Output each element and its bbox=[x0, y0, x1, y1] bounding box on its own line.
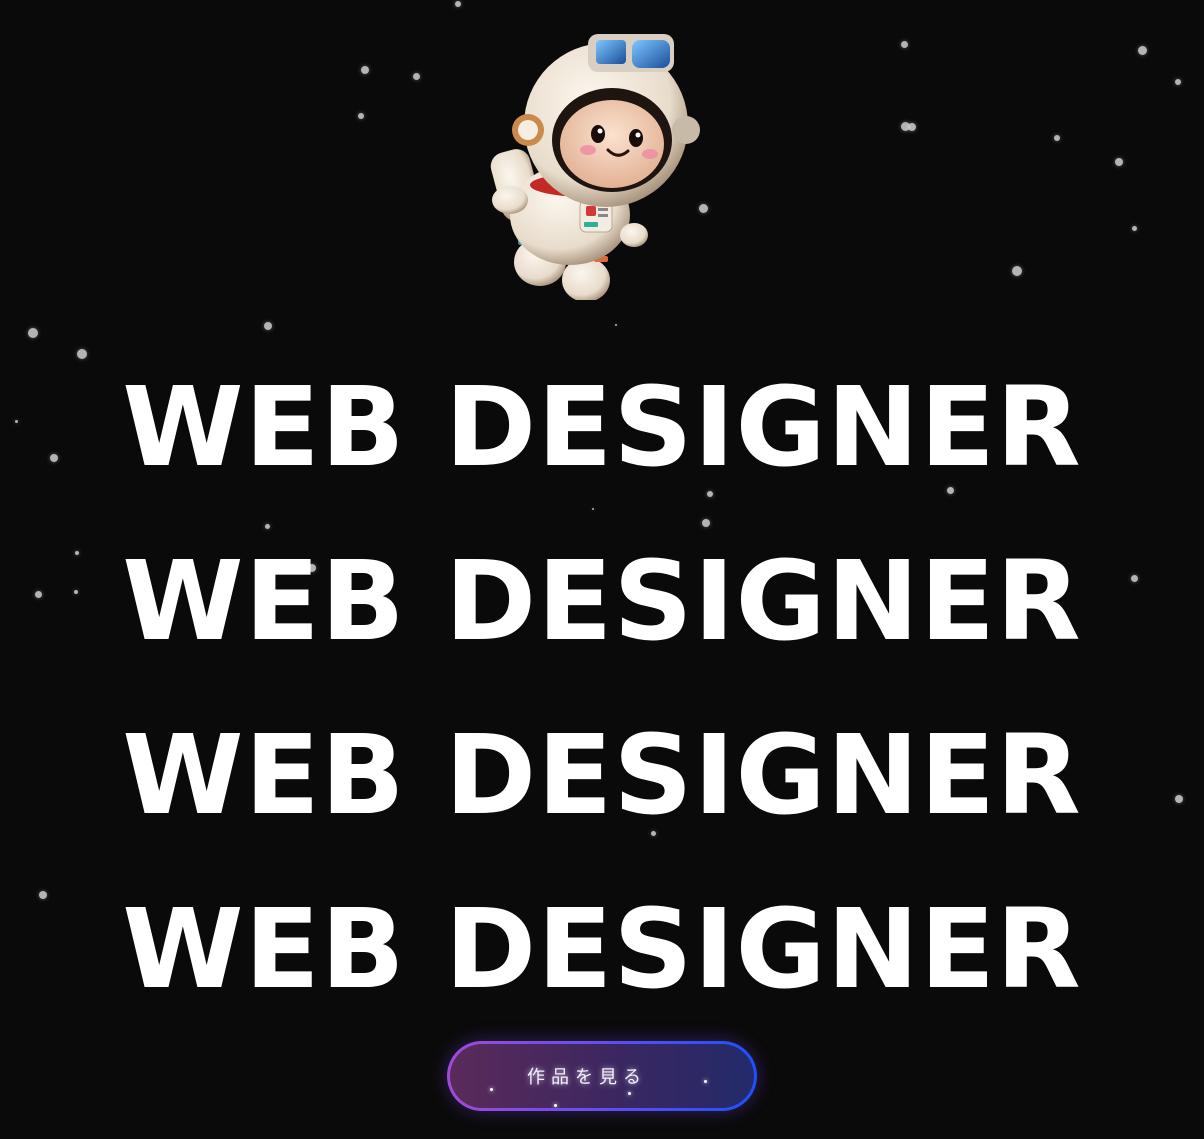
star-dot bbox=[1131, 225, 1137, 231]
star-dot bbox=[264, 322, 272, 330]
star-dot bbox=[1115, 158, 1123, 166]
sparkle-icon bbox=[704, 1080, 707, 1083]
star-dot bbox=[900, 40, 908, 48]
star-dot bbox=[361, 66, 369, 74]
headline-line: WEB DESIGNER bbox=[122, 537, 1082, 665]
star-dot bbox=[1175, 79, 1181, 85]
star-dot bbox=[615, 324, 617, 326]
headline-line: WEB DESIGNER bbox=[122, 711, 1082, 839]
star-dot bbox=[1054, 135, 1060, 141]
star-dot bbox=[455, 1, 461, 7]
star-dot bbox=[358, 113, 364, 119]
sparkle-icon bbox=[490, 1088, 493, 1091]
headline-line: WEB DESIGNER bbox=[0, 340, 1204, 514]
star-dot bbox=[1137, 45, 1147, 55]
headline-line: WEB DESIGNER bbox=[122, 885, 1082, 1013]
view-works-button[interactable]: 作品を見る bbox=[447, 1041, 757, 1111]
star-dot bbox=[28, 328, 38, 338]
star-dot bbox=[1012, 266, 1022, 276]
sparkle-icon bbox=[554, 1104, 557, 1107]
star-dot bbox=[900, 121, 910, 131]
view-works-button-label: 作品を見る bbox=[527, 1067, 647, 1088]
star-dot bbox=[908, 123, 916, 131]
hero-headline: WEB DESIGNER WEB DESIGNER WEB DESIGNER W… bbox=[0, 340, 1204, 1036]
view-works-button-surface[interactable]: 作品を見る bbox=[450, 1044, 754, 1108]
sparkle-icon bbox=[628, 1092, 631, 1095]
star-dot bbox=[412, 72, 420, 80]
astronaut-icon bbox=[490, 34, 700, 300]
